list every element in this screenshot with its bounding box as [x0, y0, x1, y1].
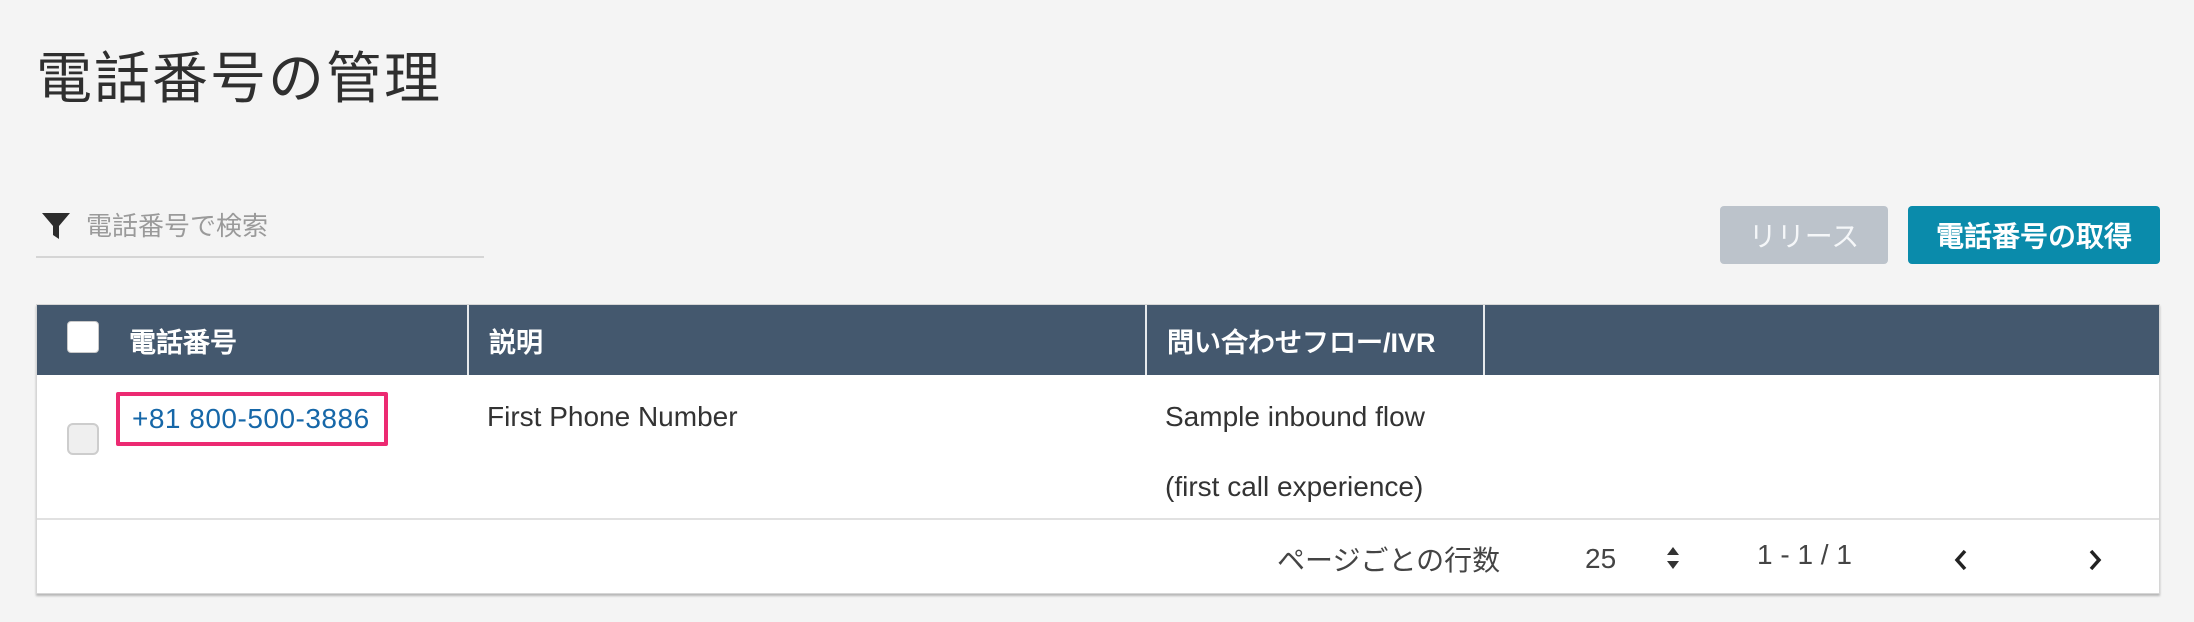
search-input[interactable]: [86, 206, 466, 246]
chevron-right-icon[interactable]: [2083, 545, 2107, 575]
row-divider: [37, 518, 2159, 520]
phone-number-table: 電話番号 説明 問い合わせフロー/IVR +81 800-500-3886 Fi…: [36, 304, 2160, 594]
search-bar: [36, 196, 484, 258]
description-cell: First Phone Number: [487, 401, 738, 432]
chevron-left-icon[interactable]: [1949, 545, 1973, 575]
row-checkbox[interactable]: [67, 423, 99, 455]
claim-number-button[interactable]: 電話番号の取得: [1908, 206, 2160, 264]
page-range: 1 - 1 / 1: [1757, 539, 1852, 570]
rows-per-page-label: ページごとの行数: [1277, 545, 1501, 576]
phone-number-link[interactable]: +81 800-500-3886: [116, 392, 388, 446]
column-header-phone[interactable]: 電話番号: [129, 305, 237, 375]
select-all-checkbox[interactable]: [67, 321, 99, 353]
column-divider: [1483, 305, 1485, 375]
release-button[interactable]: リリース: [1720, 206, 1888, 264]
table-header: 電話番号 説明 問い合わせフロー/IVR: [37, 305, 2159, 375]
rows-per-page-select[interactable]: 25: [1585, 543, 1616, 575]
column-divider: [1145, 305, 1147, 375]
column-header-description[interactable]: 説明: [489, 305, 543, 375]
column-header-flow[interactable]: 問い合わせフロー/IVR: [1167, 305, 1436, 375]
page-title: 電話番号の管理: [36, 47, 442, 110]
filter-icon: [40, 209, 74, 243]
flow-cell-line1: Sample inbound flow: [1165, 401, 1425, 432]
flow-cell-line2: (first call experience): [1165, 471, 1424, 502]
sort-arrows-icon[interactable]: [1663, 543, 1683, 573]
column-divider: [467, 305, 469, 375]
